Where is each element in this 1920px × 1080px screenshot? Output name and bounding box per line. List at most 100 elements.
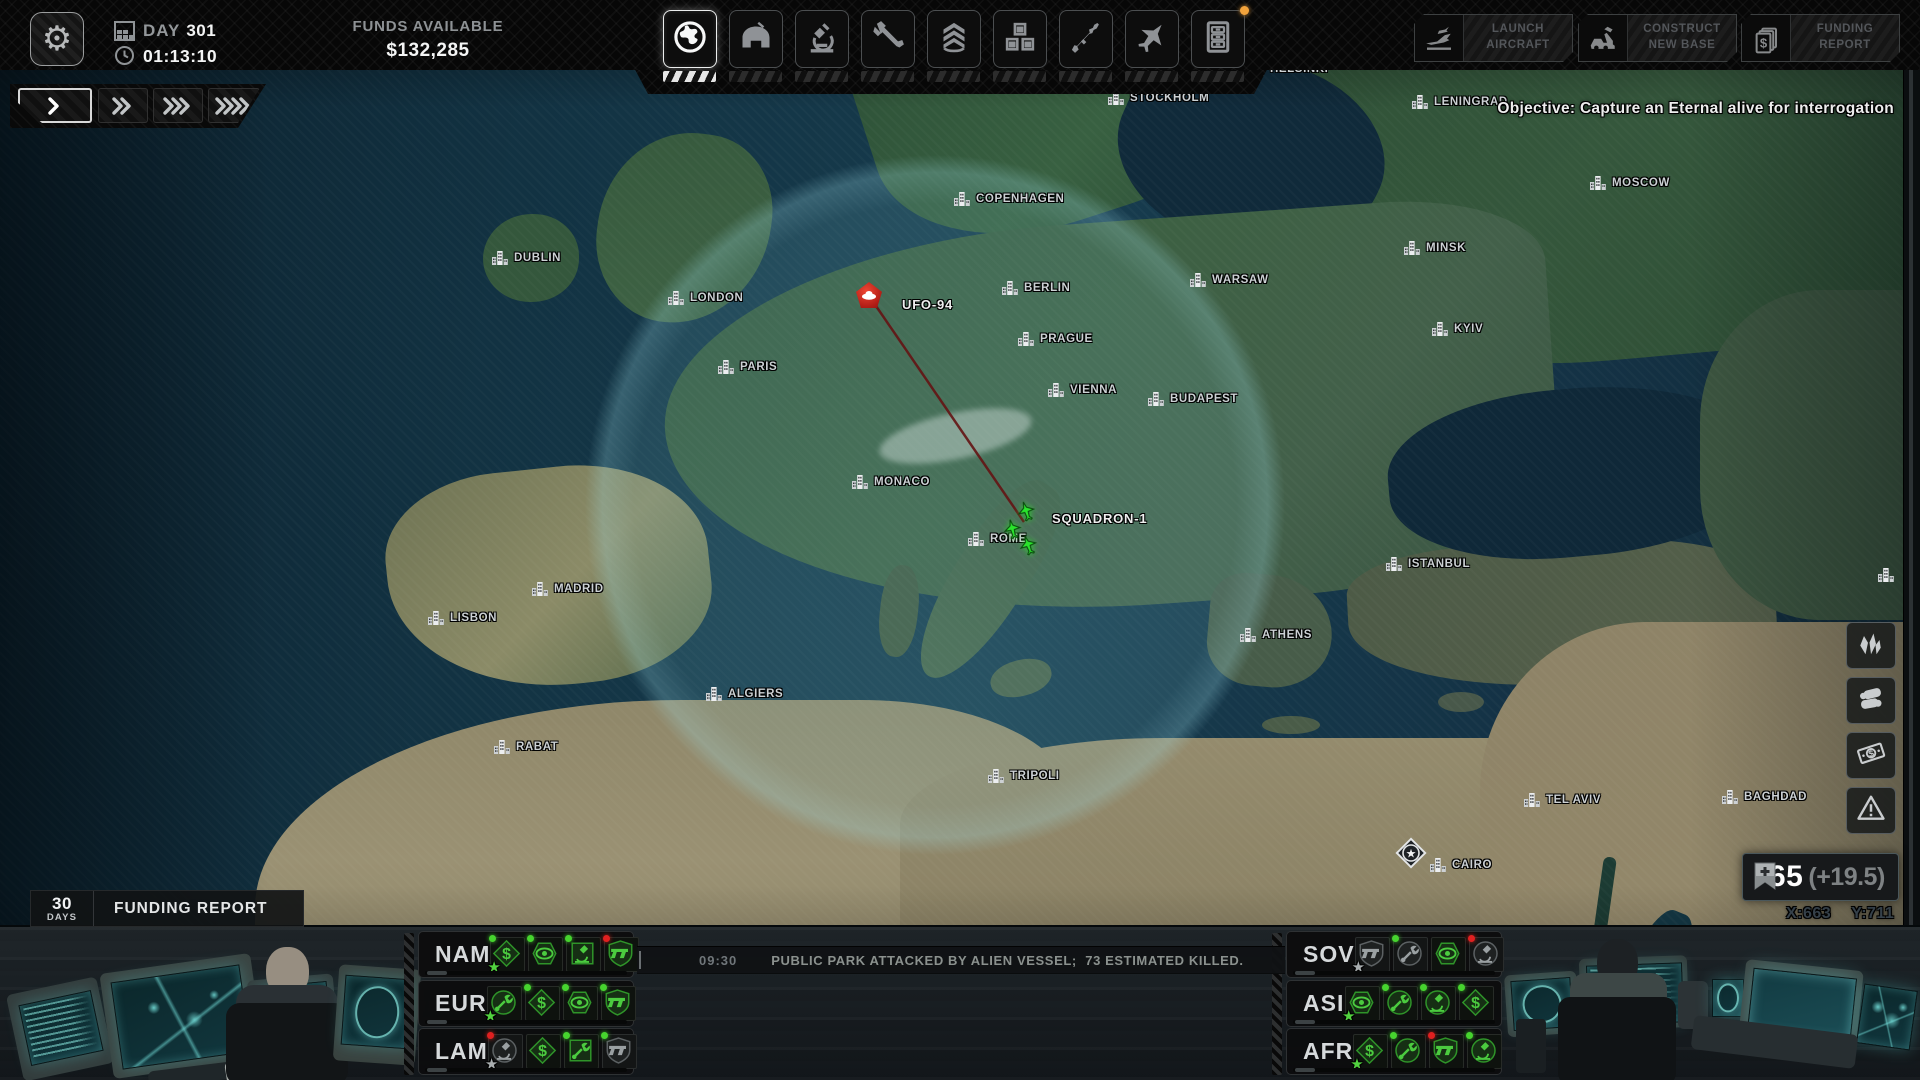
nav-tab-personnel[interactable]	[927, 10, 981, 82]
construct-new-base-button[interactable]: CONSTRUCTNEW BASE	[1578, 14, 1737, 62]
city-berlin[interactable]: BERLIN	[1002, 281, 1070, 295]
tool-status-icon[interactable]	[564, 1034, 599, 1069]
cabinet-icon	[1200, 19, 1236, 60]
tool-status-icon[interactable]	[1383, 986, 1418, 1021]
gun-status-icon[interactable]	[1429, 1034, 1464, 1069]
eye-status-icon[interactable]	[528, 937, 563, 972]
cursor-x: X:663	[1786, 905, 1831, 923]
city-cairo[interactable]: CAIRO	[1430, 858, 1492, 872]
city-icon	[718, 360, 734, 374]
gun-status-icon[interactable]	[604, 937, 639, 972]
dollar-status-icon[interactable]: $	[526, 1034, 561, 1069]
nav-tab-engineering[interactable]	[861, 10, 915, 82]
tab-underline	[1125, 71, 1178, 82]
gun-status-icon[interactable]	[602, 1034, 637, 1069]
funding-report-countdown[interactable]: 30 DAYS FUNDING REPORT	[30, 890, 304, 927]
city-vienna[interactable]: VIENNA	[1048, 383, 1117, 397]
city-icon	[968, 532, 984, 546]
launch-aircraft-button[interactable]: LAUNCHAIRCRAFT	[1414, 14, 1573, 62]
funding-report-label: FUNDING REPORT	[114, 900, 268, 918]
tool-status-icon[interactable]	[1391, 1034, 1426, 1069]
city-madrid[interactable]: MADRID	[532, 582, 604, 596]
city-tripoli[interactable]: TRIPOLI	[988, 769, 1060, 783]
dollar-status-icon[interactable]: $★	[490, 937, 525, 972]
nav-tab-geoscape[interactable]	[663, 10, 717, 82]
city-label: BERLIN	[1024, 282, 1070, 294]
city-tel-aviv[interactable]: TEL AVIV	[1524, 793, 1601, 807]
dollar-status-icon[interactable]: $	[525, 986, 560, 1021]
funds-display: FUNDS AVAILABLE $132,285	[338, 18, 518, 62]
city-istanbul[interactable]: ISTANBUL	[1386, 557, 1470, 571]
ufo-label: UFO-94	[902, 297, 953, 312]
scope-status-icon[interactable]	[1467, 1034, 1502, 1069]
dollar-status-icon[interactable]: $	[1459, 986, 1494, 1021]
speed-2x-button[interactable]	[98, 88, 148, 123]
excavator-icon	[1579, 15, 1628, 61]
city-icon	[1148, 392, 1164, 406]
city-athens[interactable]: ATHENS	[1240, 628, 1312, 642]
scope-status-icon[interactable]	[566, 937, 601, 972]
drums-icon	[1855, 683, 1887, 718]
city-baghdad[interactable]: BAGHDAD	[1722, 790, 1807, 804]
alien-materials-button[interactable]	[1846, 622, 1896, 669]
dollar-status-icon[interactable]: $★	[1353, 1034, 1388, 1069]
city-kyiv[interactable]: KYIV	[1432, 322, 1483, 336]
settings-button[interactable]: ⚙	[30, 12, 84, 66]
eye-status-icon[interactable]	[1431, 937, 1466, 972]
nav-tab-stores[interactable]	[993, 10, 1047, 82]
city-warsaw[interactable]: WARSAW	[1190, 273, 1269, 287]
region-panel-asi[interactable]: ASI★ $	[1286, 980, 1502, 1027]
ufo-icon	[861, 290, 877, 301]
nav-tab-aircraft[interactable]	[1125, 10, 1179, 82]
city-budapest[interactable]: BUDAPEST	[1148, 392, 1238, 406]
region-panel-lam[interactable]: LAM★$	[418, 1028, 634, 1075]
region-label: ASI	[1303, 990, 1344, 1017]
speed-3x-button[interactable]	[153, 88, 203, 123]
tool-status-icon[interactable]: ★	[487, 986, 522, 1021]
funding-report-button[interactable]: $ FUNDINGREPORT	[1741, 14, 1900, 62]
nav-tab-research[interactable]	[795, 10, 849, 82]
region-panel-eur[interactable]: EUR★$	[418, 980, 634, 1027]
base-marker-cairo[interactable]: ★	[1394, 836, 1428, 870]
city-algiers[interactable]: ALGIERS	[706, 687, 783, 701]
city-lisbon[interactable]: LISBON	[428, 611, 497, 625]
city-minsk[interactable]: MINSK	[1404, 241, 1466, 255]
land-sicily	[987, 653, 1056, 703]
city-dublin[interactable]: DUBLIN	[492, 251, 561, 265]
gun-status-icon[interactable]: ★	[1355, 937, 1390, 972]
city-unnamed[interactable]	[1878, 568, 1894, 582]
city-rabat[interactable]: RABAT	[494, 740, 558, 754]
region-panel-afr[interactable]: AFR$★	[1286, 1028, 1502, 1075]
svg-text:$: $	[1760, 35, 1768, 50]
eye-status-icon[interactable]	[563, 986, 598, 1021]
city-paris[interactable]: PARIS	[718, 360, 777, 374]
funding-report-label: FUNDINGREPORT	[1791, 15, 1899, 61]
finances-button[interactable]: $	[1846, 732, 1896, 779]
city-moscow[interactable]: MOSCOW	[1590, 176, 1670, 190]
nav-tab-armory[interactable]	[1059, 10, 1113, 82]
gun-status-icon[interactable]	[601, 986, 636, 1021]
tab-underline	[1059, 71, 1112, 82]
squadron-marker[interactable]	[1002, 500, 1050, 562]
city-monaco[interactable]: MONACO	[852, 475, 930, 489]
region-panel-nam[interactable]: NAM$★	[418, 931, 634, 978]
city-leningrad[interactable]: LENINGRAD	[1412, 95, 1508, 109]
panel-meter	[1293, 971, 1495, 975]
city-london[interactable]: LONDON	[668, 291, 743, 305]
cursor-coordinates: X:663 Y:711	[1786, 905, 1894, 923]
alerts-button[interactable]	[1846, 787, 1896, 834]
scope-status-icon[interactable]	[1421, 986, 1456, 1021]
eye-status-icon[interactable]: ★	[1345, 986, 1380, 1021]
fuel-stores-button[interactable]	[1846, 677, 1896, 724]
city-prague[interactable]: PRAGUE	[1018, 332, 1093, 346]
banner-plus-icon	[1753, 862, 1777, 892]
region-panel-sov[interactable]: SOV★	[1286, 931, 1502, 978]
nav-tab-bases[interactable]	[729, 10, 783, 82]
tool-status-icon[interactable]	[1393, 937, 1428, 972]
nav-tab-archives[interactable]	[1191, 10, 1245, 82]
city-icon	[1878, 568, 1894, 582]
scope-status-icon[interactable]: ★	[488, 1034, 523, 1069]
city-icon	[1430, 858, 1446, 872]
city-copenhagen[interactable]: COPENHAGEN	[954, 192, 1064, 206]
scope-status-icon[interactable]	[1469, 937, 1504, 972]
